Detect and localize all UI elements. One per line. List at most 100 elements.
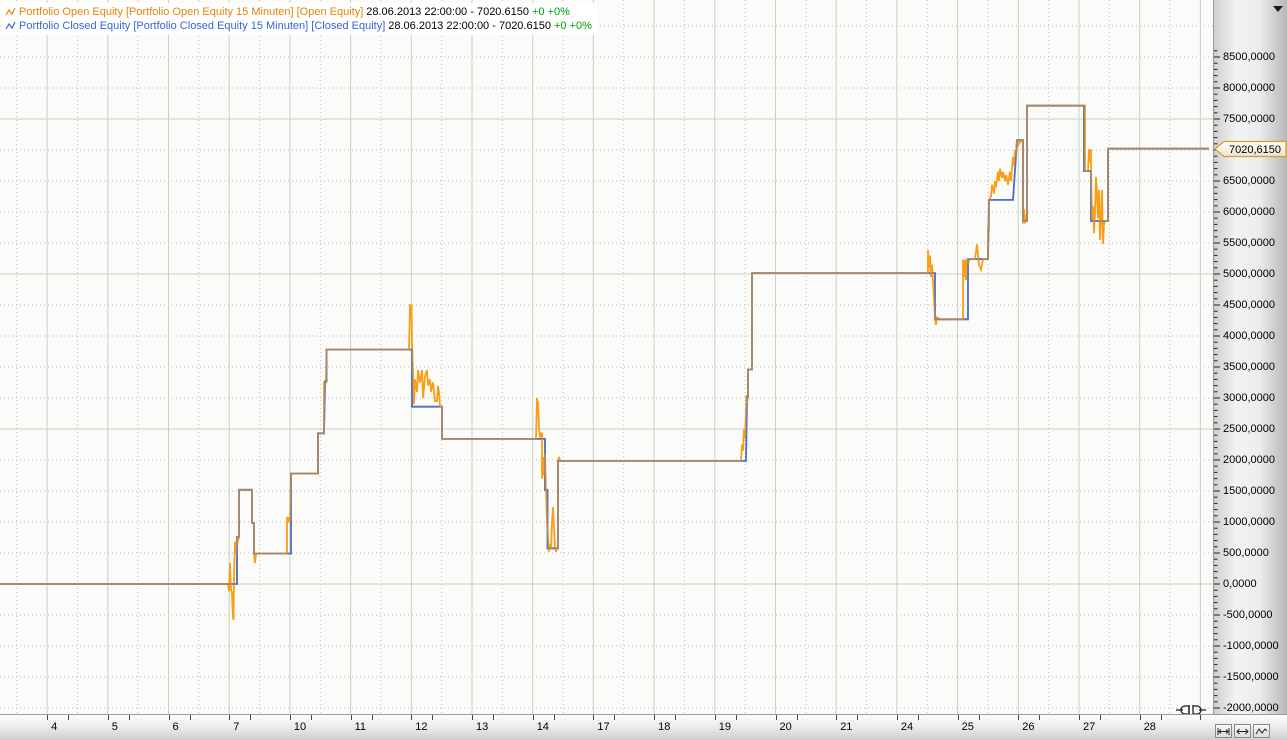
price-axis-label: 7500,0000 xyxy=(1223,113,1275,125)
date-axis-label: 10 xyxy=(293,721,307,733)
price-axis-label: 2000,0000 xyxy=(1223,454,1275,466)
date-axis-tick xyxy=(735,715,737,720)
date-axis-tick xyxy=(128,715,130,720)
date-axis-label: 18 xyxy=(658,721,671,733)
date-axis-tick xyxy=(553,715,555,720)
price-axis-label: -1500,0000 xyxy=(1223,671,1279,683)
date-axis-label: 27 xyxy=(1083,721,1096,733)
zigzag-scale-button[interactable] xyxy=(1253,724,1270,738)
legend-series-name: Portfolio Open Equity [Portfolio Open Eq… xyxy=(19,6,364,18)
date-axis-label: 5 xyxy=(111,721,118,733)
date-axis-label: 7 xyxy=(233,721,240,733)
date-axis-tick xyxy=(1160,715,1162,720)
price-axis-label: 2500,0000 xyxy=(1223,423,1275,435)
date-axis-tick xyxy=(411,715,413,720)
date-axis-tick xyxy=(1018,715,1020,720)
date-axis-tick xyxy=(796,715,798,720)
date-axis-tick xyxy=(532,715,534,720)
legend-series-change: +0 +0% xyxy=(553,20,592,32)
date-axis-tick xyxy=(1139,715,1141,720)
legend-series-info: 28.06.2013 22:00:00 - 7020.6150 xyxy=(366,6,529,18)
chart-canvas[interactable] xyxy=(0,0,1213,714)
date-axis-tick xyxy=(1039,715,1041,720)
date-axis-tick xyxy=(168,715,170,720)
price-axis-label: 0,0000 xyxy=(1223,578,1257,590)
legend-series-name: Portfolio Closed Equity [Portfolio Close… xyxy=(19,20,386,32)
date-axis-label: 12 xyxy=(415,721,428,733)
date-axis-tick xyxy=(229,715,231,720)
zigzag-line-icon xyxy=(1255,727,1268,734)
date-axis-label: 13 xyxy=(476,721,489,733)
price-axis-label: -2000,0000 xyxy=(1223,702,1279,714)
price-axis-label: -500,0000 xyxy=(1223,609,1273,621)
price-axis-label: 8000,0000 xyxy=(1223,82,1275,94)
date-axis-tick xyxy=(250,715,252,720)
date-axis-label: 6 xyxy=(172,721,179,733)
price-axis-label: 3500,0000 xyxy=(1223,361,1275,373)
date-axis-tick xyxy=(675,715,677,720)
price-axis[interactable]: 7020,6150 8500,0000 8000,0000 7500,0000 650… xyxy=(1213,0,1287,714)
price-axis-label: 5000,0000 xyxy=(1223,268,1275,280)
date-axis-tick xyxy=(432,715,434,720)
price-axis-label: 3000,0000 xyxy=(1223,392,1275,404)
legend-series-change: +0 +0% xyxy=(531,6,570,18)
current-value-marker: 7020,6150 xyxy=(1214,140,1287,157)
date-axis-tick xyxy=(917,715,919,720)
horizontal-resize-button[interactable] xyxy=(1234,724,1251,738)
price-axis-label: -1000,0000 xyxy=(1223,640,1279,652)
horizontal-resize-arrow-icon xyxy=(1236,728,1249,734)
chart-window: Portfolio Open Equity [Portfolio Open Eq… xyxy=(0,0,1287,740)
date-axis-tick xyxy=(310,715,312,720)
date-axis-tick xyxy=(857,715,859,720)
date-axis-tick xyxy=(978,715,980,720)
date-axis-tick xyxy=(1200,715,1202,720)
chevron-down-icon[interactable] xyxy=(1273,6,1283,12)
legend-row-open-equity[interactable]: Portfolio Open Equity [Portfolio Open Eq… xyxy=(5,5,592,19)
date-axis-tick xyxy=(68,715,70,720)
date-axis-tick xyxy=(1100,715,1101,720)
chart-legend: Portfolio Open Equity [Portfolio Open Eq… xyxy=(2,3,597,35)
current-value-label: 7020,6150 xyxy=(1229,144,1281,156)
zigzag-line-icon xyxy=(5,21,16,30)
date-axis-tick xyxy=(614,715,616,720)
date-axis-tick xyxy=(493,715,494,720)
date-axis-tick xyxy=(714,715,716,720)
date-axis-label: 28 xyxy=(1143,721,1156,733)
date-axis-label: 19 xyxy=(718,721,732,733)
date-axis-tick xyxy=(1079,715,1080,720)
date-axis-tick xyxy=(371,715,373,720)
zigzag-line-icon xyxy=(5,7,16,16)
fit-width-arrow-icon xyxy=(1217,727,1230,735)
date-axis-tick xyxy=(107,715,109,720)
date-axis-label: 14 xyxy=(536,721,549,733)
date-axis-tick xyxy=(47,715,49,720)
price-axis-label: 6500,0000 xyxy=(1223,175,1275,187)
date-axis-tick xyxy=(593,715,595,720)
date-axis-label: 4 xyxy=(51,721,58,733)
price-axis-ticks xyxy=(1214,50,1220,709)
date-axis[interactable]: 4 5 6 7 10 11 12 13 14 17 18 19 20 21 24 25 26 27 28 xyxy=(0,714,1287,740)
price-axis-label: 8500,0000 xyxy=(1223,51,1275,63)
date-axis-tick xyxy=(836,715,838,720)
date-axis-label: 21 xyxy=(840,721,853,733)
date-axis-label: 26 xyxy=(1022,721,1035,733)
plot-area[interactable] xyxy=(0,0,1213,714)
date-axis-tick xyxy=(350,715,352,720)
date-axis-tick xyxy=(472,715,473,720)
legend-series-info: 28.06.2013 22:00:00 - 7020.6150 xyxy=(388,20,551,32)
price-axis-label: 1500,0000 xyxy=(1223,485,1275,497)
date-axis-tick xyxy=(957,715,959,720)
date-axis-label: 24 xyxy=(900,721,914,733)
date-axis-label: 25 xyxy=(961,721,974,733)
date-axis-tick xyxy=(896,715,898,720)
price-axis-label: 6000,0000 xyxy=(1223,206,1275,218)
date-axis-tick xyxy=(189,715,191,720)
price-axis-label: 5500,0000 xyxy=(1223,237,1275,249)
date-axis-label: 20 xyxy=(779,721,792,733)
date-axis-tick xyxy=(654,715,656,720)
fit-width-button[interactable] xyxy=(1215,724,1232,738)
legend-row-closed-equity[interactable]: Portfolio Closed Equity [Portfolio Close… xyxy=(5,19,592,33)
date-axis-tick xyxy=(775,715,777,720)
price-axis-label: 4500,0000 xyxy=(1223,299,1275,311)
plug-connector-icon xyxy=(1176,705,1206,714)
